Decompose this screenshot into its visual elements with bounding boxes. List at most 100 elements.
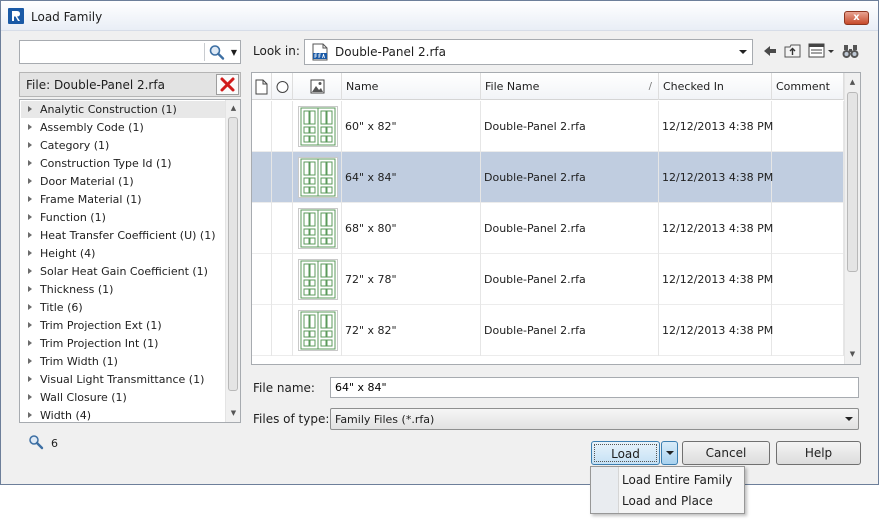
help-button[interactable]: Help [776,441,861,465]
expand-arrow-icon[interactable] [28,286,32,292]
cancel-button[interactable]: Cancel [682,441,770,465]
tree-scroll-thumb[interactable] [228,117,238,391]
search-input[interactable] [21,42,205,62]
row-status-cell [252,203,272,254]
tree-item[interactable]: Category (1) [21,137,226,154]
scroll-up-icon[interactable]: ▲ [845,75,860,89]
file-name-input[interactable] [330,377,859,398]
expand-arrow-icon[interactable] [28,376,32,382]
scroll-up-icon[interactable]: ▲ [226,101,240,115]
tree-item[interactable]: Trim Projection Int (1) [21,335,226,352]
load-options-dropdown[interactable] [661,441,678,465]
table-row[interactable]: 60" x 82" Double-Panel 2.rfa 12/12/2013 4:… [252,101,844,152]
views-menu-icon[interactable] [808,42,836,60]
tree-item[interactable]: Thickness (1) [21,281,226,298]
row-status-cell [252,101,272,152]
chevron-down-icon [666,451,674,455]
header-file-name[interactable]: File Name / [481,73,659,100]
row-status-cell [252,305,272,356]
tree-item[interactable]: Visual Light Transmittance (1) [21,371,226,388]
row-status-cell [272,152,293,203]
row-comment [772,203,844,254]
close-button[interactable]: x [844,11,869,25]
tree-item[interactable]: Assembly Code (1) [21,119,226,136]
table-row[interactable]: 72" x 82" Double-Panel 2.rfa 12/12/2013 4:… [252,305,844,356]
scroll-down-icon[interactable]: ▼ [845,347,860,361]
expand-arrow-icon[interactable] [28,142,32,148]
row-name: 72" x 78" [342,254,481,305]
row-comment [772,254,844,305]
row-file-name: Double-Panel 2.rfa [481,101,659,152]
remove-file-filter-button[interactable] [216,74,239,95]
grid-header: Name File Name / Checked In Comment [252,73,844,100]
tree-item[interactable]: Door Material (1) [21,173,226,190]
expand-arrow-icon[interactable] [28,214,32,220]
tree-item[interactable]: Wall Closure (1) [21,389,226,406]
tree-item[interactable]: Title (6) [21,299,226,316]
tree-item[interactable]: Height (4) [21,245,226,262]
tree-item[interactable]: Heat Transfer Coefficient (U) (1) [21,227,226,244]
chevron-down-icon[interactable] [739,50,747,54]
search-icon[interactable] [208,44,226,61]
tree-item[interactable]: Analytic Construction (1) [21,101,226,118]
expand-arrow-icon[interactable] [28,412,32,418]
expand-arrow-icon[interactable] [28,268,32,274]
row-file-name: Double-Panel 2.rfa [481,203,659,254]
row-name: 68" x 80" [342,203,481,254]
expand-arrow-icon[interactable] [28,358,32,364]
header-comment[interactable]: Comment [772,73,844,100]
expand-arrow-icon[interactable] [28,178,32,184]
table-row[interactable]: 64" x 84" Double-Panel 2.rfa 12/12/2013 4:… [252,152,844,203]
tree-item[interactable]: Frame Material (1) [21,191,226,208]
row-file-name: Double-Panel 2.rfa [481,305,659,356]
table-row[interactable]: 72" x 78" Double-Panel 2.rfa 12/12/2013 4:… [252,254,844,305]
expand-arrow-icon[interactable] [28,250,32,256]
image-icon [310,79,325,94]
title-bar[interactable]: Load Family x [1,1,878,31]
load-button[interactable]: Load [591,441,660,465]
family-types-grid: Name File Name / Checked In Comment 60" x… [251,72,861,365]
expand-arrow-icon[interactable] [28,394,32,400]
tree-item[interactable]: Width (4) [21,407,226,422]
expand-arrow-icon[interactable] [28,196,32,202]
header-checked-in[interactable]: Checked In [659,73,772,100]
expand-arrow-icon[interactable] [28,160,32,166]
search-options-dropdown[interactable]: ▼ [228,44,240,61]
door-thumbnail-icon [298,208,338,249]
grid-scroll-thumb[interactable] [847,92,858,272]
tree-scrollbar[interactable]: ▲ ▼ [225,100,240,422]
tree-item[interactable]: Function (1) [21,209,226,226]
expand-arrow-icon[interactable] [28,124,32,130]
scroll-down-icon[interactable]: ▼ [226,406,240,420]
chevron-down-icon[interactable] [845,417,853,421]
grid-scrollbar[interactable]: ▲ ▼ [844,73,860,364]
header-document-col[interactable] [252,73,272,100]
up-folder-icon[interactable] [784,42,802,60]
header-status-col[interactable] [272,73,293,100]
files-of-type-dropdown[interactable]: Family Files (*.rfa) [330,408,859,430]
table-row[interactable]: 68" x 80" Double-Panel 2.rfa 12/12/2013 4:… [252,203,844,254]
expand-arrow-icon[interactable] [28,304,32,310]
expand-arrow-icon[interactable] [28,106,32,112]
expand-arrow-icon[interactable] [28,340,32,346]
files-of-type-value: Family Files (*.rfa) [335,413,435,426]
menu-item-load-and-place[interactable]: Load and Place [621,491,743,511]
tree-item[interactable]: Construction Type Id (1) [21,155,226,172]
parameter-search-box: ▼ [19,40,241,64]
expand-arrow-icon[interactable] [28,322,32,328]
expand-arrow-icon[interactable] [28,232,32,238]
header-name[interactable]: Name [342,73,481,100]
binoculars-icon[interactable] [842,42,860,60]
back-arrow-icon[interactable] [762,42,778,60]
load-family-dialog: Load Family x ▼ File: Double-Panel 2.rfa… [0,0,879,485]
menu-item-load-entire-family[interactable]: Load Entire Family [621,470,743,490]
header-preview-col[interactable] [293,73,342,100]
tree-item[interactable]: Trim Projection Ext (1) [21,317,226,334]
door-thumbnail-icon [298,310,338,351]
tree-item[interactable]: Solar Heat Gain Coefficient (1) [21,263,226,280]
row-name: 60" x 82" [342,101,481,152]
look-in-dropdown[interactable]: Double-Panel 2.rfa [304,39,753,65]
row-file-name: Double-Panel 2.rfa [481,152,659,203]
tree-item[interactable]: Trim Width (1) [21,353,226,370]
search-separator [204,43,205,61]
